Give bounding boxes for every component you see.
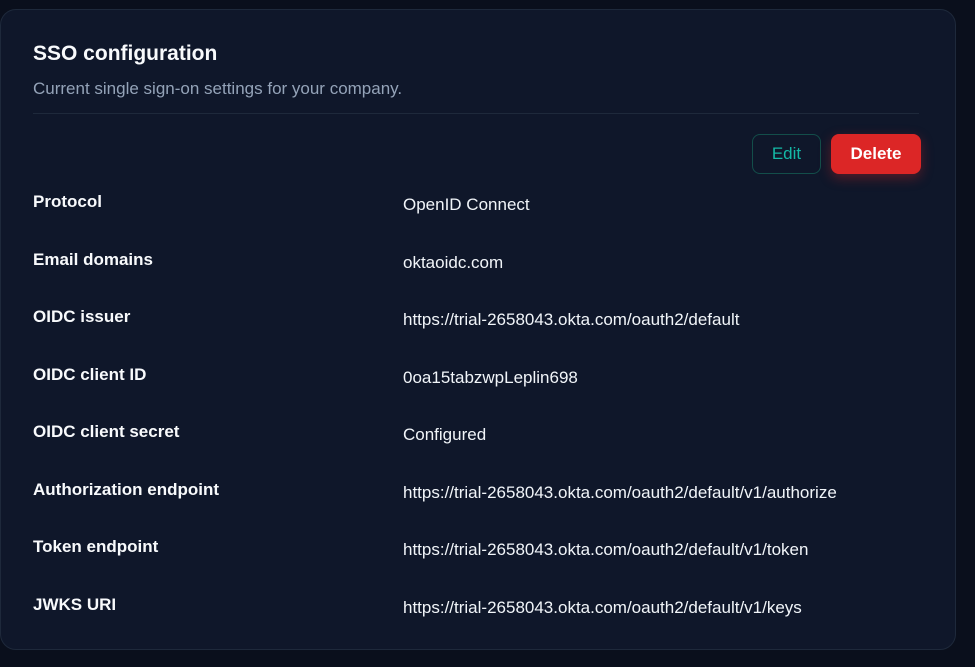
field-label: JWKS URI xyxy=(33,594,117,614)
edit-button[interactable]: Edit xyxy=(752,134,821,174)
field-label: OIDC issuer xyxy=(33,307,131,326)
header-divider xyxy=(33,113,919,114)
field-row-token-endpoint: Token endpoint https://trial-2658043.okt… xyxy=(33,535,923,593)
field-label: OIDC client secret xyxy=(33,422,180,441)
field-row-authorization-endpoint: Authorization endpoint https://trial-265… xyxy=(33,478,923,536)
field-label: Email domains xyxy=(33,249,153,269)
field-value: https://trial-2658043.okta.com/oauth2/de… xyxy=(403,310,740,329)
field-value: https://trial-2658043.okta.com/oauth2/de… xyxy=(403,540,809,559)
field-row-protocol: Protocol OpenID Connect xyxy=(33,190,923,248)
settings-list: Protocol OpenID Connect Email domains ok… xyxy=(33,190,923,650)
delete-button[interactable]: Delete xyxy=(831,134,921,174)
field-row-oidc-client-secret: OIDC client secret Configured xyxy=(33,420,923,478)
field-value: https://trial-2658043.okta.com/oauth2/de… xyxy=(403,597,802,617)
field-value: oktaoidc.com xyxy=(403,252,504,272)
card-subtitle: Current single sign-on settings for your… xyxy=(33,79,403,98)
field-value: https://trial-2658043.okta.com/oauth2/de… xyxy=(403,482,837,502)
field-value: 0oa15tabzwpLeplin698 xyxy=(403,367,578,387)
field-label: OIDC client ID xyxy=(33,364,147,384)
card-title: SSO configuration xyxy=(33,42,218,65)
field-row-oidc-issuer: OIDC issuer https://trial-2658043.okta.c… xyxy=(33,305,923,363)
field-row-jwks-uri: JWKS URI https://trial-2658043.okta.com/… xyxy=(33,593,923,651)
field-label: Protocol xyxy=(33,192,102,211)
sso-configuration-card: SSO configuration Current single sign-on… xyxy=(0,9,956,650)
field-label: Token endpoint xyxy=(33,537,159,556)
field-row-email-domains: Email domains oktaoidc.com xyxy=(33,248,923,306)
field-row-oidc-client-id: OIDC client ID 0oa15tabzwpLeplin698 xyxy=(33,363,923,421)
field-value: OpenID Connect xyxy=(403,195,530,214)
field-value: Configured xyxy=(403,425,487,444)
field-label: Authorization endpoint xyxy=(33,479,220,499)
